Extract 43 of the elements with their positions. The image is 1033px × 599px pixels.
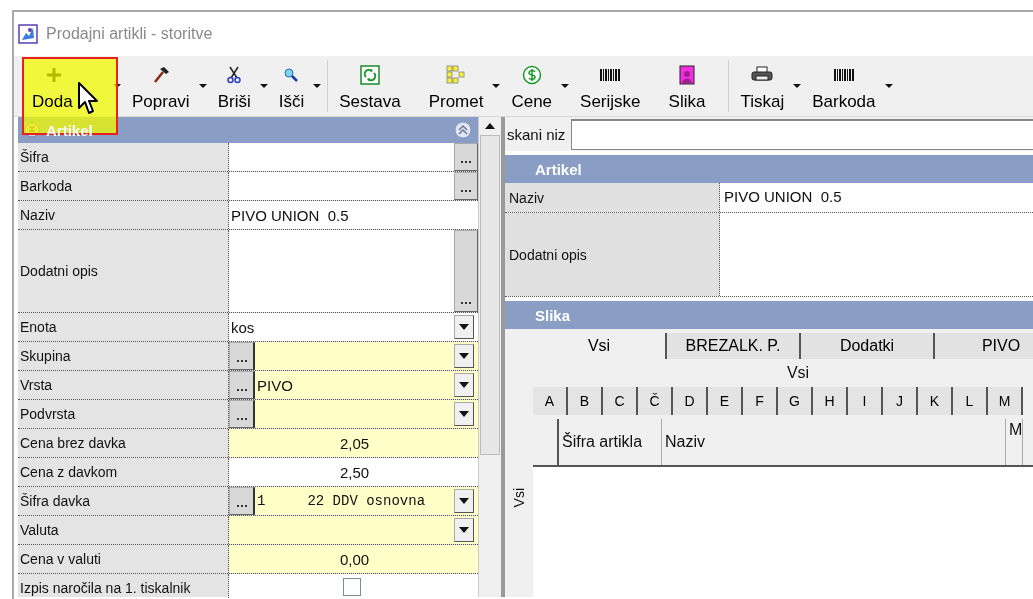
side-tab[interactable]: Vsi (505, 329, 533, 597)
section-title: Slika (535, 306, 571, 324)
number-field[interactable]: 2,05 (229, 429, 478, 457)
letter-tab[interactable]: C (603, 387, 638, 415)
letter-tab[interactable]: L (953, 387, 988, 415)
toolbar-button[interactable]: Slika (660, 56, 726, 116)
letter-tab[interactable]: I (848, 387, 883, 415)
tab[interactable]: BREZALK. P. (667, 333, 801, 359)
letter-tab[interactable]: H (813, 387, 848, 415)
window-title: Prodajni artikli - storitve (46, 25, 213, 43)
letter-tab[interactable]: Č (638, 387, 673, 415)
toolbar-button[interactable]: Promet (420, 56, 504, 116)
letter-tab[interactable]: G (778, 387, 813, 415)
letter-tab[interactable]: D (673, 387, 708, 415)
field-label: Dodatni opis (505, 213, 720, 296)
field-label: Naziv (505, 183, 720, 212)
letter-tab[interactable]: A (533, 387, 568, 415)
tab[interactable]: PIVO (935, 333, 1033, 359)
number-field[interactable]: 0,00 (229, 545, 478, 573)
number-field[interactable]: 2,50 (229, 458, 478, 486)
toolbar-button[interactable]: Cene (503, 56, 573, 116)
letter-tab[interactable]: M (988, 387, 1023, 415)
toolbar-button[interactable]: Briši (209, 56, 271, 116)
toolbar-button[interactable]: Barkoda (804, 56, 896, 116)
toolbar-button[interactable]: Serijske (572, 56, 661, 116)
column-header[interactable]: M (1006, 419, 1024, 465)
letter-tab[interactable]: K (918, 387, 953, 415)
search-label: skani niz (507, 125, 566, 143)
toolbar-button[interactable]: Sestava (331, 56, 421, 116)
toolbar-button[interactable]: Popravi (124, 56, 210, 116)
toolbar-button[interactable]: Tiskaj (732, 56, 805, 116)
tab[interactable]: Dodatki (801, 333, 935, 359)
text-field[interactable]: PIVO UNION 0.5 (229, 201, 478, 229)
subtitle: Vsi (785, 363, 811, 383)
text-field[interactable]: PIVO UNION 0.5 (720, 183, 1033, 212)
toolbar-button[interactable]: Išči (270, 56, 325, 116)
letter-tab[interactable]: J (883, 387, 918, 415)
section-title: Artikel (535, 160, 582, 178)
letter-tab[interactable]: F (743, 387, 778, 415)
letter-tab[interactable]: B (568, 387, 603, 415)
column-header[interactable]: Šifra artikla (559, 419, 662, 465)
letter-tab[interactable]: E (708, 387, 743, 415)
column-header[interactable]: Naziv (662, 419, 1006, 465)
